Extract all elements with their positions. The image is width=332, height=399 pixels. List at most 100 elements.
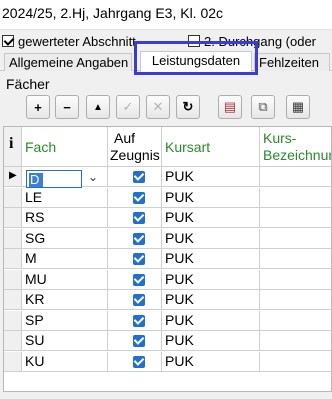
tab-leistungsdaten[interactable]: Leistungsdaten xyxy=(140,51,252,72)
auf-zeugnis-checkbox[interactable] xyxy=(133,314,145,327)
row-indicator[interactable] xyxy=(4,187,22,208)
auf-zeugnis-cell[interactable] xyxy=(108,187,162,208)
export-button[interactable]: ▤ xyxy=(218,95,242,119)
kurs-bezeichnung-cell[interactable] xyxy=(260,249,331,269)
tab-fehlzeiten[interactable]: Fehlzeiten xyxy=(254,53,330,71)
row-indicator[interactable] xyxy=(4,331,22,351)
kursart-cell[interactable]: PUK xyxy=(162,290,260,310)
refresh-icon: ↻ xyxy=(182,99,194,114)
form-button[interactable]: ▦ xyxy=(286,95,310,119)
header-label: Bezeichnung xyxy=(263,147,331,163)
copy-button[interactable]: ⧉ xyxy=(251,95,275,119)
auf-zeugnis-cell[interactable] xyxy=(108,167,162,187)
kursart-cell[interactable]: PUK xyxy=(162,187,260,208)
faecher-grid: i Fach Auf Zeugnis Kursart Kurs- Bezeich… xyxy=(3,126,332,392)
zweiter-durchgang-option[interactable]: 2. Durchgang (oder xyxy=(188,32,316,50)
auf-zeugnis-checkbox[interactable] xyxy=(133,191,145,204)
column-header-auf-zeugnis[interactable]: Auf Zeugnis xyxy=(108,127,162,167)
row-indicator[interactable] xyxy=(4,249,22,269)
auf-zeugnis-cell[interactable] xyxy=(108,249,162,269)
tab-bar: Allgemeine Angaben Leistungsdaten Fehlze… xyxy=(0,51,332,72)
row-indicator[interactable] xyxy=(4,290,22,310)
auf-zeugnis-checkbox[interactable] xyxy=(133,171,145,183)
auf-zeugnis-cell[interactable] xyxy=(108,208,162,228)
kurs-bezeichnung-cell[interactable] xyxy=(260,167,331,187)
auf-zeugnis-cell[interactable] xyxy=(108,228,162,249)
row-indicator[interactable] xyxy=(4,228,22,249)
row-indicator[interactable] xyxy=(4,351,22,372)
tab-label: Fehlzeiten xyxy=(259,55,319,70)
info-header[interactable]: i xyxy=(4,127,22,167)
header-label: Zeugnis xyxy=(110,147,160,163)
row-indicator[interactable] xyxy=(4,269,22,290)
kursart-cell[interactable]: PUK xyxy=(162,208,260,228)
fach-cell[interactable]: SU xyxy=(22,331,108,351)
kursart-cell[interactable]: PUK xyxy=(162,249,260,269)
auf-zeugnis-cell[interactable] xyxy=(108,351,162,372)
delete-button[interactable]: − xyxy=(55,95,79,119)
gewerteter-abschnitt-label: gewerteter Abschnitt xyxy=(18,33,136,49)
fach-cell[interactable]: MU xyxy=(22,269,108,290)
tab-label: Allgemeine Angaben xyxy=(9,55,129,70)
info-icon: i xyxy=(9,135,14,152)
row-indicator[interactable]: ▶ xyxy=(4,167,22,187)
fach-cell[interactable]: RS xyxy=(22,208,108,228)
auf-zeugnis-checkbox[interactable] xyxy=(133,335,145,347)
chevron-down-icon[interactable]: ⌄ xyxy=(88,170,98,184)
auf-zeugnis-checkbox[interactable] xyxy=(133,273,145,286)
fach-cell[interactable]: M xyxy=(22,249,108,269)
fach-cell[interactable]: KU xyxy=(22,351,108,372)
auf-zeugnis-checkbox[interactable] xyxy=(133,355,145,368)
kursart-cell[interactable]: PUK xyxy=(162,310,260,331)
gewerteter-abschnitt-option[interactable]: gewerteter Abschnitt xyxy=(2,32,136,50)
tab-allgemeine-angaben[interactable]: Allgemeine Angaben xyxy=(4,53,132,71)
triangle-up-icon: ▲ xyxy=(93,101,103,113)
fach-cell[interactable]: SG xyxy=(22,228,108,249)
zweiter-durchgang-checkbox[interactable] xyxy=(188,35,200,47)
auf-zeugnis-checkbox[interactable] xyxy=(133,232,145,245)
kurs-bezeichnung-cell[interactable] xyxy=(260,229,331,249)
kurs-bezeichnung-cell[interactable] xyxy=(260,352,331,372)
kursart-cell[interactable]: PUK xyxy=(162,167,260,187)
kurs-bezeichnung-cell[interactable] xyxy=(260,208,331,228)
kurs-bezeichnung-cell[interactable] xyxy=(260,331,331,351)
kurs-bezeichnung-cell[interactable] xyxy=(260,311,331,331)
column-header-kursart[interactable]: Kursart xyxy=(162,127,260,167)
row-indicator[interactable] xyxy=(4,310,22,331)
gewerteter-abschnitt-checkbox[interactable] xyxy=(2,35,14,47)
kursart-cell[interactable]: PUK xyxy=(162,228,260,249)
fach-dropdown-editor[interactable]: D ⌄ xyxy=(26,170,110,188)
header-label: Fach xyxy=(25,139,57,155)
kursart-cell[interactable]: PUK xyxy=(162,351,260,372)
window-title: 2024/25, 2.Hj, Jahrgang E3, Kl. 02c xyxy=(2,5,224,21)
kursart-cell[interactable]: PUK xyxy=(162,269,260,290)
add-button[interactable]: + xyxy=(26,95,50,119)
fach-cell[interactable]: KR xyxy=(22,290,108,310)
kurs-bezeichnung-cell[interactable] xyxy=(260,188,331,208)
fach-selected-value: D xyxy=(29,173,43,187)
fach-dropdown-input[interactable]: D xyxy=(26,170,82,188)
auf-zeugnis-checkbox[interactable] xyxy=(133,294,145,306)
cancel-button[interactable]: ✕ xyxy=(146,95,170,119)
auf-zeugnis-checkbox[interactable] xyxy=(133,253,145,265)
auf-zeugnis-cell[interactable] xyxy=(108,331,162,351)
column-header-fach[interactable]: Fach xyxy=(22,127,108,167)
fach-cell[interactable]: SP xyxy=(22,310,108,331)
column-header-kurs-bezeichnung[interactable]: Kurs- Bezeichnung xyxy=(260,127,331,167)
header-label: Auf xyxy=(114,130,136,146)
auf-zeugnis-checkbox[interactable] xyxy=(133,212,145,224)
auf-zeugnis-cell[interactable] xyxy=(108,310,162,331)
move-up-button[interactable]: ▲ xyxy=(86,95,110,119)
auf-zeugnis-cell[interactable] xyxy=(108,269,162,290)
fach-cell[interactable]: LE xyxy=(22,187,108,208)
kurs-bezeichnung-cell[interactable] xyxy=(260,270,331,290)
row-indicator[interactable] xyxy=(4,208,22,228)
kurs-bezeichnung-cell[interactable] xyxy=(260,290,331,310)
header-label: Kurs- xyxy=(263,130,297,146)
kursart-cell[interactable]: PUK xyxy=(162,331,260,351)
refresh-button[interactable]: ↻ xyxy=(176,95,200,119)
auf-zeugnis-cell[interactable] xyxy=(108,290,162,310)
window-title-bar: 2024/25, 2.Hj, Jahrgang E3, Kl. 02c xyxy=(0,0,332,30)
zweiter-durchgang-label: 2. Durchgang (oder xyxy=(204,33,317,49)
confirm-button[interactable]: ✓ xyxy=(116,95,140,119)
